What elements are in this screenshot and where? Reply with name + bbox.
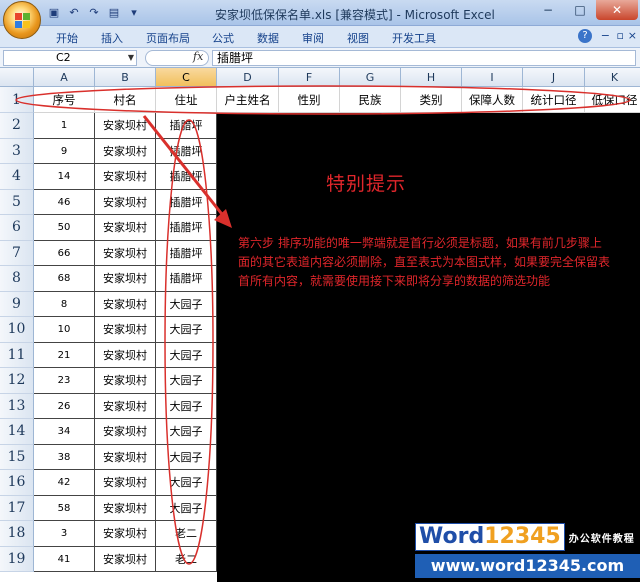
office-logo-icon bbox=[15, 13, 31, 29]
address-column-highlight-ellipse bbox=[164, 119, 214, 565]
office-button[interactable] bbox=[3, 1, 41, 39]
arrow-head bbox=[214, 209, 232, 228]
site-watermark: Word12345 办公软件教程 www.word12345.com bbox=[415, 522, 640, 582]
watermark-logo-number: 12345 bbox=[484, 524, 561, 549]
watermark-logo-word: Word bbox=[419, 524, 485, 549]
arrow-line bbox=[142, 115, 227, 219]
watermark-top: Word12345 办公软件教程 bbox=[415, 522, 640, 552]
annotation-layer bbox=[15, 85, 631, 565]
watermark-logo: Word12345 bbox=[415, 523, 565, 551]
watermark-url: www.word12345.com bbox=[415, 554, 640, 578]
watermark-subtitle: 办公软件教程 bbox=[568, 533, 635, 545]
header-row-highlight-ellipse bbox=[15, 85, 631, 115]
